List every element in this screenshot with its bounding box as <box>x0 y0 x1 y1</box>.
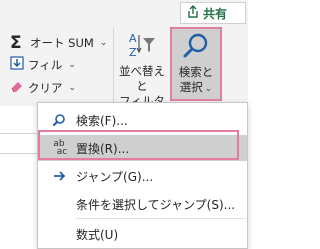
menu-item-label: 検索(F)... <box>76 113 128 128</box>
svg-text:Z: Z <box>129 46 137 59</box>
chevron-down-icon: ⌄ <box>68 59 76 70</box>
sheet-row-line <box>0 133 40 134</box>
find-select-dropdown-menu: 検索(F)... ab ac 置換(R)... ジャンプ(G)... 条件を選択… <box>37 102 248 249</box>
fill-button[interactable]: フィル ⌄ <box>10 56 76 73</box>
sheet-row-line <box>0 153 40 154</box>
eraser-icon <box>10 79 24 96</box>
search-icon <box>50 111 68 129</box>
chevron-down-icon: ⌄ <box>204 84 213 94</box>
find-select-button[interactable]: 検索と 選択 ⌄ <box>170 27 222 101</box>
share-icon <box>186 4 200 22</box>
svg-text:A: A <box>129 32 137 45</box>
chevron-down-icon: ⌄ <box>99 38 108 48</box>
menu-item-label: 条件を選択してジャンプ(S)... <box>76 197 236 212</box>
ribbon-divider <box>113 28 114 104</box>
find-select-label-2: 選択 <box>179 80 203 94</box>
share-button[interactable]: 共有 <box>180 2 246 24</box>
menu-item-goto[interactable]: ジャンプ(G)... <box>38 163 247 189</box>
share-label: 共有 <box>203 6 228 21</box>
sort-filter-button[interactable]: A Z 並べ替えと フィルター⌄ <box>116 30 168 123</box>
menu-item-formulas[interactable]: 数式(U) <box>38 221 247 247</box>
magnifier-icon <box>181 31 211 65</box>
clear-label: クリア <box>28 80 63 95</box>
find-select-label-1: 検索と <box>178 65 214 79</box>
menu-item-label: 数式(U) <box>76 227 119 242</box>
replace-highlight-box <box>38 130 239 160</box>
sort-filter-label-1: 並べ替えと <box>119 64 165 93</box>
arrow-right-icon <box>50 167 68 185</box>
menu-item-goto-special[interactable]: 条件を選択してジャンプ(S)... <box>38 191 247 217</box>
sort-filter-icon: A Z <box>127 30 157 64</box>
menu-item-label: ジャンプ(G)... <box>76 169 154 184</box>
fill-down-icon <box>10 56 24 73</box>
clear-button[interactable]: クリア ⌄ <box>10 79 76 96</box>
autosum-label: オート SUM <box>30 36 94 50</box>
sigma-icon: Σ <box>10 33 22 53</box>
autosum-button[interactable]: Σ オート SUM ⌄ <box>10 33 107 53</box>
menu-left-edge <box>37 106 38 249</box>
fill-label: フィル <box>28 57 63 72</box>
menu-separator <box>76 218 246 219</box>
chevron-down-icon: ⌄ <box>68 82 77 93</box>
